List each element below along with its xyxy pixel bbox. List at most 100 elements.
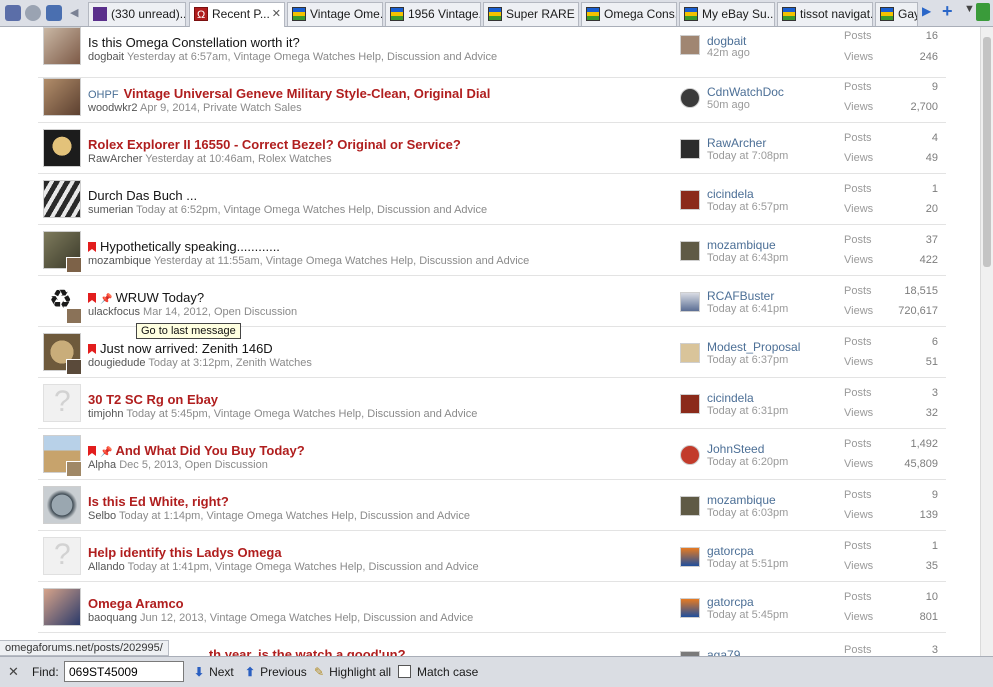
thread-forum[interactable]: Open Discussion	[185, 459, 268, 471]
thread-author[interactable]: sumerian	[88, 204, 133, 216]
avatar[interactable]: ?	[43, 384, 81, 422]
last-post-time[interactable]: Today at 6:43pm	[707, 252, 788, 264]
mini-avatar[interactable]	[66, 257, 82, 273]
download-arrow-icon[interactable]	[976, 3, 990, 21]
thread-author[interactable]: Allando	[88, 561, 125, 573]
tab-ebay-5[interactable]: My eBay Su...	[679, 2, 775, 26]
thread-forum[interactable]: Open Discussion	[214, 306, 297, 318]
tab-ebay-7[interactable]: Gay	[875, 2, 918, 26]
thread-author[interactable]: woodwkr2	[88, 102, 138, 114]
tab-list-icon[interactable]: ▼	[964, 3, 975, 15]
last-poster-avatar[interactable]	[680, 241, 700, 261]
thread-title[interactable]: Rolex Explorer II 16550 - Correct Bezel?…	[88, 137, 461, 152]
close-find-icon[interactable]: ✕	[8, 664, 19, 680]
last-post-time[interactable]: Today at 6:41pm	[707, 303, 788, 315]
tab-ebay-1[interactable]: Vintage Ome...	[287, 2, 383, 26]
bookmarks-icon[interactable]	[5, 5, 21, 21]
tab-recent-posts[interactable]: Recent P... ✕	[189, 2, 285, 27]
thread-date[interactable]: Yesterday at 6:57am	[127, 51, 228, 63]
match-case-checkbox[interactable]: Match case	[398, 665, 478, 679]
thread-title[interactable]: Omega Aramco	[88, 596, 184, 611]
thread-author[interactable]: RawArcher	[88, 153, 142, 165]
thread-date[interactable]: Today at 1:41pm	[128, 561, 209, 573]
next-button[interactable]: ⬇ Next	[194, 665, 234, 679]
last-poster[interactable]: RCAFBuster	[707, 289, 774, 303]
tab-ebay-2[interactable]: 1956 Vintage...	[385, 2, 481, 26]
mini-avatar[interactable]	[66, 308, 82, 324]
last-post-time[interactable]: Today at 6:31pm	[707, 405, 788, 417]
thread-author[interactable]: ulackfocus	[88, 306, 140, 318]
avatar[interactable]	[43, 78, 81, 116]
mini-avatar[interactable]	[66, 359, 82, 375]
thread-forum[interactable]: Vintage Omega Watches Help, Discussion a…	[215, 561, 479, 573]
last-post-time[interactable]: Today at 6:57pm	[707, 201, 788, 213]
thread-title[interactable]: And What Did You Buy Today?	[115, 443, 304, 458]
thread-date[interactable]: Today at 6:52pm	[136, 204, 217, 216]
last-post-time[interactable]: Today at 5:51pm	[707, 558, 788, 570]
avatar[interactable]	[43, 180, 81, 218]
scrollbar-thumb[interactable]	[983, 37, 991, 267]
thread-forum[interactable]: Vintage Omega Watches Help, Discussion a…	[210, 612, 474, 624]
thread-title[interactable]: Is this Omega Constellation worth it?	[88, 35, 300, 50]
last-poster-avatar[interactable]	[680, 190, 700, 210]
thread-date[interactable]: Today at 5:45pm	[126, 408, 207, 420]
thread-author[interactable]: dougiedude	[88, 357, 146, 369]
thread-date[interactable]: Dec 5, 2013	[119, 459, 178, 471]
last-poster-avatar[interactable]	[680, 547, 700, 567]
thread-title[interactable]: Is this Ed White, right?	[88, 494, 229, 509]
downloads-icon[interactable]	[46, 5, 62, 21]
last-post-time[interactable]: 42m ago	[707, 47, 750, 59]
thread-forum[interactable]: Vintage Omega Watches Help, Discussion a…	[214, 408, 478, 420]
last-poster-avatar[interactable]	[680, 343, 700, 363]
last-poster[interactable]: mozambique	[707, 493, 776, 507]
thread-author[interactable]: timjohn	[88, 408, 123, 420]
thread-author[interactable]: dogbait	[88, 51, 124, 63]
thread-date[interactable]: Yesterday at 10:46am	[145, 153, 252, 165]
last-post-time[interactable]: Today at 6:03pm	[707, 507, 788, 519]
thread-title[interactable]: Help identify this Ladys Omega	[88, 545, 282, 560]
find-input[interactable]	[64, 661, 184, 682]
last-poster-avatar[interactable]	[680, 394, 700, 414]
thread-date[interactable]: Mar 14, 2012	[143, 306, 208, 318]
thread-author[interactable]: baoquang	[88, 612, 137, 624]
last-poster-avatar[interactable]	[680, 139, 700, 159]
last-post-time[interactable]: Today at 5:45pm	[707, 609, 788, 621]
thread-date[interactable]: Today at 1:14pm	[119, 510, 200, 522]
avatar[interactable]	[43, 486, 81, 524]
thread-forum[interactable]: Zenith Watches	[236, 357, 312, 369]
tab-scroll-left-icon[interactable]: ◀	[70, 5, 86, 21]
last-poster[interactable]: gatorcpa	[707, 595, 754, 609]
thread-forum[interactable]: Vintage Omega Watches Help, Discussion a…	[266, 255, 530, 267]
avatar[interactable]	[43, 129, 81, 167]
last-poster[interactable]: dogbait	[707, 34, 746, 48]
thread-title[interactable]: WRUW Today?	[115, 290, 204, 305]
thread-date[interactable]: Yesterday at 11:55am	[154, 255, 260, 267]
avatar[interactable]	[43, 27, 81, 65]
last-poster[interactable]: aga79	[707, 648, 740, 656]
tab-ebay-4[interactable]: Omega Cons...	[581, 2, 677, 26]
thread-date[interactable]: Apr 9, 2014	[140, 102, 197, 114]
last-poster-avatar[interactable]	[680, 35, 700, 55]
last-poster[interactable]: gatorcpa	[707, 544, 754, 558]
last-post-time[interactable]: 50m ago	[707, 99, 750, 111]
last-poster-avatar[interactable]	[680, 292, 700, 312]
vertical-scrollbar[interactable]	[980, 27, 993, 656]
thread-prefix[interactable]: OHPF	[88, 89, 119, 101]
last-poster[interactable]: cicindela	[707, 187, 754, 201]
thread-forum[interactable]: Vintage Omega Watches Help, Discussion a…	[206, 510, 470, 522]
last-poster-avatar[interactable]	[680, 496, 700, 516]
history-icon[interactable]	[25, 5, 41, 21]
thread-author[interactable]: Alpha	[88, 459, 116, 471]
thread-forum[interactable]: Rolex Watches	[258, 153, 332, 165]
last-poster[interactable]: cicindela	[707, 391, 754, 405]
tab-ebay-6[interactable]: tissot navigat...	[777, 2, 873, 26]
thread-author[interactable]: Selbo	[88, 510, 116, 522]
avatar[interactable]: ?	[43, 537, 81, 575]
thread-date[interactable]: Today at 3:12pm	[148, 357, 229, 369]
thread-forum[interactable]: Vintage Omega Watches Help, Discussion a…	[224, 204, 488, 216]
avatar[interactable]	[43, 588, 81, 626]
close-tab-icon[interactable]: ✕	[272, 3, 281, 25]
last-poster[interactable]: JohnSteed	[707, 442, 764, 456]
last-poster[interactable]: Modest_Proposal	[707, 340, 800, 354]
thread-forum[interactable]: Private Watch Sales	[203, 102, 302, 114]
